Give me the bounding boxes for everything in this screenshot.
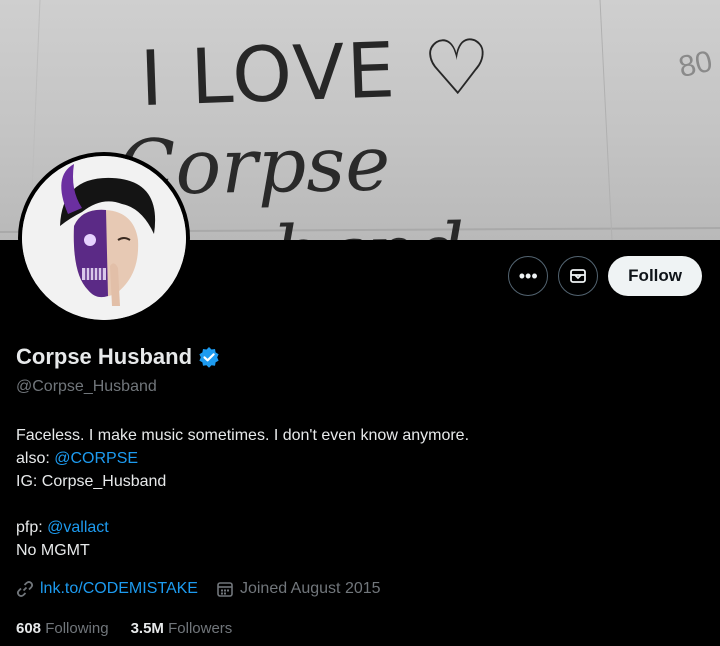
bio-pfp-prefix: pfp:	[16, 519, 48, 536]
more-button[interactable]: •••	[508, 256, 549, 296]
verified-badge-icon[interactable]	[198, 346, 220, 368]
profile-bio: Faceless. I make music sometimes. I don'…	[16, 424, 469, 562]
bio-spacer	[16, 493, 469, 516]
profile-meta: lnk.to/CODEMISTAKE Joined August 2015	[16, 580, 399, 598]
banner-graffiti-line1: I LOVE ♡	[138, 21, 495, 124]
follow-button[interactable]: Follow	[608, 256, 702, 296]
bio-mgmt-line: No MGMT	[16, 542, 90, 559]
profile-stats: 608 Following 3.5M Followers	[16, 620, 254, 637]
profile-actions: ••• Follow	[508, 256, 702, 296]
avatar[interactable]	[18, 152, 190, 324]
website-link[interactable]: lnk.to/CODEMISTAKE	[40, 580, 198, 598]
profile-name-row: Corpse Husband	[16, 344, 220, 370]
display-name: Corpse Husband	[16, 344, 193, 369]
link-icon	[16, 581, 34, 597]
followers-stat[interactable]: 3.5M Followers	[131, 620, 233, 637]
banner-graffiti-line2: Corpse Husband	[116, 118, 465, 240]
profile-joined: Joined August 2015	[216, 580, 381, 598]
banner-graffiti-number: 80	[675, 44, 715, 85]
calendar-icon	[217, 582, 233, 597]
followers-label: Followers	[168, 620, 233, 637]
joined-date: Joined August 2015	[239, 580, 381, 597]
bio-also-line: also: @CORPSE	[16, 447, 469, 470]
bio-line-1: Faceless. I make music sometimes. I don'…	[16, 427, 470, 444]
following-stat[interactable]: 608 Following	[16, 620, 109, 637]
followers-count: 3.5M	[130, 620, 164, 637]
profile-website: lnk.to/CODEMISTAKE	[16, 580, 198, 598]
envelope-icon	[570, 269, 587, 283]
following-count: 608	[16, 620, 42, 637]
bio-ig-line: IG: Corpse_Husband	[16, 473, 167, 490]
bio-pfp-link[interactable]: @vallact	[47, 519, 109, 536]
message-button[interactable]	[558, 256, 599, 296]
bio-also-link[interactable]: @CORPSE	[54, 450, 138, 467]
following-label: Following	[45, 620, 109, 637]
more-horizontal-icon: •••	[518, 265, 538, 286]
bio-also-prefix: also:	[16, 450, 55, 467]
avatar-illustration	[22, 156, 186, 320]
bio-pfp-line: pfp: @vallact	[16, 516, 469, 539]
profile-handle: @Corpse_Husband	[16, 378, 157, 395]
